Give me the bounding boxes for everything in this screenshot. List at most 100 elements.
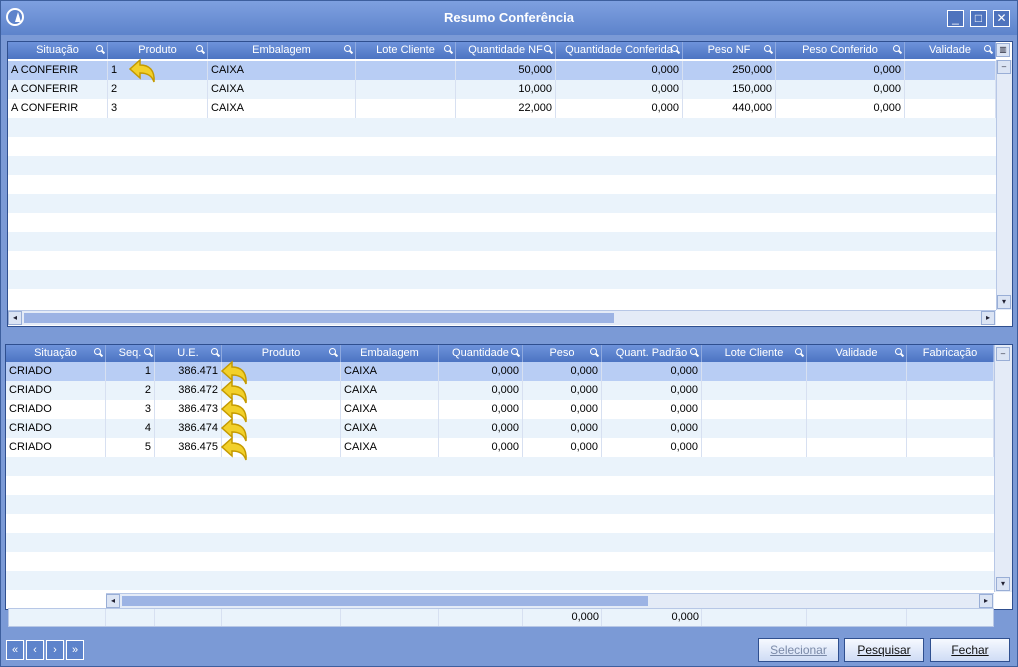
search-icon[interactable]: [895, 348, 903, 356]
maximize-button[interactable]: □: [970, 10, 987, 27]
cell-peso: 0,000: [523, 400, 602, 419]
col-situacao[interactable]: Situação: [8, 42, 108, 59]
units-vertical-scrollbar[interactable]: – ▾: [994, 345, 1012, 592]
empty-row: [8, 289, 996, 308]
cell-quantidade: 0,000: [439, 400, 523, 419]
cell-embalagem: CAIXA: [341, 419, 439, 438]
col-produto[interactable]: Produto: [108, 42, 208, 59]
search-icon[interactable]: [764, 45, 772, 53]
cell-quantidade-nf: 50,000: [456, 61, 556, 80]
col-validade[interactable]: Validade: [807, 345, 907, 362]
col-validade[interactable]: Validade: [905, 42, 996, 59]
col-peso[interactable]: Peso: [523, 345, 602, 362]
search-icon[interactable]: [444, 45, 452, 53]
search-icon[interactable]: [211, 348, 219, 356]
total-cell: [9, 609, 106, 626]
cell-seq: 2: [106, 381, 155, 400]
search-icon[interactable]: [344, 45, 352, 53]
cell-peso: 0,000: [523, 419, 602, 438]
cell-quantidade-conferida: 0,000: [556, 80, 683, 99]
cell-quant-padrao: 0,000: [602, 400, 702, 419]
summary-horizontal-scrollbar[interactable]: ◂ ▸: [8, 310, 996, 325]
next-record-button[interactable]: ›: [46, 640, 64, 660]
cell-ue: 386.474: [155, 419, 222, 438]
table-row[interactable]: CRIADO 5 386.475 CAIXA 0,000 0,000 0,000: [6, 438, 994, 457]
previous-record-button[interactable]: ‹: [26, 640, 44, 660]
summary-vertical-scrollbar[interactable]: – ▾: [996, 60, 1012, 310]
col-peso-nf[interactable]: Peso NF: [683, 42, 776, 59]
scroll-left-button[interactable]: ◂: [8, 311, 22, 325]
search-icon[interactable]: [690, 348, 698, 356]
empty-row: [8, 251, 996, 270]
cell-embalagem: CAIXA: [208, 61, 356, 80]
scroll-up-button[interactable]: –: [997, 60, 1011, 74]
minimize-button[interactable]: _: [947, 10, 964, 27]
summary-grid: Situação Produto Embalagem Lote Cliente …: [7, 41, 1013, 327]
cell-fabricacao: [907, 400, 994, 419]
col-ue[interactable]: U.E.: [155, 345, 222, 362]
col-seq[interactable]: Seq.: [106, 345, 155, 362]
first-record-button[interactable]: «: [6, 640, 24, 660]
search-icon[interactable]: [329, 348, 337, 356]
col-lote-cliente[interactable]: Lote Cliente: [702, 345, 807, 362]
search-icon[interactable]: [96, 45, 104, 53]
col-situacao[interactable]: Situação: [6, 345, 106, 362]
col-quant-padrao[interactable]: Quant. Padrão: [602, 345, 702, 362]
empty-row: [6, 552, 994, 571]
col-quantidade[interactable]: Quantidade: [439, 345, 523, 362]
table-row[interactable]: CRIADO 1 386.471 CAIXA 0,000 0,000 0,000: [6, 362, 994, 381]
scroll-down-button[interactable]: ▾: [997, 295, 1011, 309]
cell-situacao: CRIADO: [6, 381, 106, 400]
search-icon[interactable]: [893, 45, 901, 53]
pesquisar-button[interactable]: Pesquisar: [844, 638, 924, 662]
scroll-thumb[interactable]: [122, 596, 648, 606]
search-icon[interactable]: [590, 348, 598, 356]
table-row[interactable]: CRIADO 4 386.474 CAIXA 0,000 0,000 0,000: [6, 419, 994, 438]
search-icon[interactable]: [671, 45, 679, 53]
cell-peso: 0,000: [523, 381, 602, 400]
table-row[interactable]: A CONFERIR 3 CAIXA 22,000 0,000 440,000 …: [8, 99, 996, 118]
fechar-button[interactable]: Fechar: [930, 638, 1010, 662]
col-peso-conferido[interactable]: Peso Conferido: [776, 42, 905, 59]
col-embalagem[interactable]: Embalagem: [341, 345, 439, 362]
return-arrow-icon[interactable]: [128, 58, 158, 84]
search-icon[interactable]: [984, 45, 992, 53]
selecionar-button[interactable]: Selecionar: [758, 638, 839, 662]
cell-seq: 5: [106, 438, 155, 457]
cell-seq: 1: [106, 362, 155, 381]
search-icon[interactable]: [144, 348, 152, 356]
search-icon[interactable]: [94, 348, 102, 356]
search-icon[interactable]: [511, 348, 519, 356]
col-fabricacao[interactable]: Fabricação: [907, 345, 994, 362]
col-quantidade-nf[interactable]: Quantidade NF: [456, 42, 556, 59]
table-row[interactable]: CRIADO 2 386.472 CAIXA 0,000 0,000 0,000: [6, 381, 994, 400]
cell-validade: [807, 400, 907, 419]
cell-embalagem: CAIXA: [341, 362, 439, 381]
scroll-right-button[interactable]: ▸: [981, 311, 995, 325]
scroll-left-button[interactable]: ◂: [106, 594, 120, 608]
units-horizontal-scrollbar[interactable]: ◂ ▸: [106, 593, 994, 608]
cell-peso-conferido: 0,000: [776, 80, 905, 99]
cell-seq: 4: [106, 419, 155, 438]
col-lote-cliente[interactable]: Lote Cliente: [356, 42, 456, 59]
last-record-button[interactable]: »: [66, 640, 84, 660]
search-icon[interactable]: [196, 45, 204, 53]
scroll-right-button[interactable]: ▸: [979, 594, 993, 608]
search-icon[interactable]: [795, 348, 803, 356]
return-arrow-icon[interactable]: [220, 436, 250, 462]
cell-lote-cliente: [356, 99, 456, 118]
col-quantidade-conferida[interactable]: Quantidade Conferida: [556, 42, 683, 59]
empty-row: [8, 270, 996, 289]
empty-row: [6, 457, 994, 476]
column-chooser-icon[interactable]: ▥: [996, 43, 1010, 57]
scroll-down-button[interactable]: ▾: [996, 577, 1010, 591]
col-embalagem[interactable]: Embalagem: [208, 42, 356, 59]
cell-lote-cliente: [356, 80, 456, 99]
close-button[interactable]: ✕: [993, 10, 1010, 27]
scroll-thumb[interactable]: [24, 313, 614, 323]
cell-fabricacao: [907, 419, 994, 438]
table-row[interactable]: CRIADO 3 386.473 CAIXA 0,000 0,000 0,000: [6, 400, 994, 419]
scroll-up-button[interactable]: –: [996, 347, 1010, 361]
search-icon[interactable]: [544, 45, 552, 53]
cell-seq: 3: [106, 400, 155, 419]
